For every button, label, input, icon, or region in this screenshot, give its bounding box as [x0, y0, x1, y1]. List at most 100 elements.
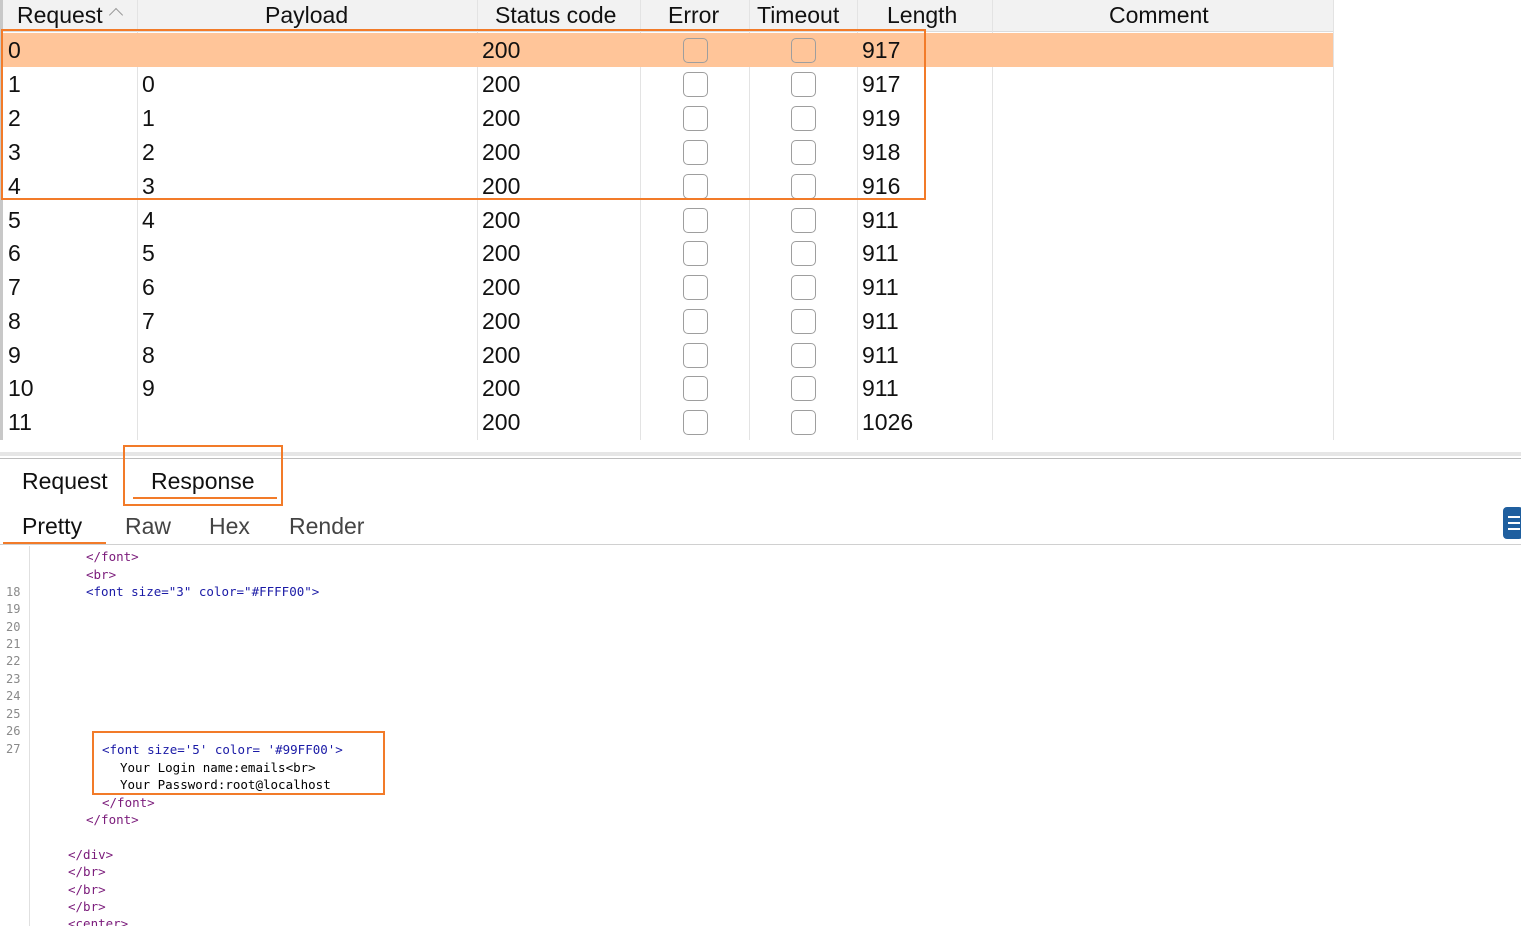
tab-request[interactable]: Request — [22, 466, 108, 496]
error-checkbox[interactable] — [683, 343, 708, 368]
timeout-checkbox[interactable] — [791, 343, 816, 368]
pane-splitter[interactable] — [0, 452, 1521, 456]
results-table: Request Payload Status code Error Timeou… — [0, 0, 1521, 440]
cell-length: 1026 — [862, 409, 914, 435]
cell-request: 6 — [8, 240, 21, 266]
error-checkbox[interactable] — [683, 410, 708, 435]
cell-status-code: 200 — [482, 139, 521, 165]
error-checkbox[interactable] — [683, 208, 708, 233]
cell-request: 11 — [8, 409, 32, 435]
table-row[interactable]: 8 7 200 911 — [3, 304, 1333, 338]
timeout-checkbox[interactable] — [791, 241, 816, 266]
sort-ascending-icon[interactable] — [108, 7, 123, 23]
timeout-checkbox[interactable] — [791, 208, 816, 233]
error-checkbox[interactable] — [683, 174, 708, 199]
cell-length: 911 — [862, 274, 899, 300]
column-header-timeout[interactable]: Timeout — [757, 0, 839, 31]
pane-divider — [0, 458, 1521, 459]
layout-toggle-icon[interactable] — [1503, 507, 1521, 539]
timeout-checkbox[interactable] — [791, 106, 816, 131]
error-checkbox[interactable] — [683, 275, 708, 300]
table-row[interactable]: 5 4 200 911 — [3, 203, 1333, 237]
tab-pretty[interactable]: Pretty — [22, 511, 82, 541]
cell-status-code: 200 — [482, 105, 521, 131]
error-checkbox[interactable] — [683, 376, 708, 401]
column-header-comment[interactable]: Comment — [1109, 0, 1209, 31]
timeout-checkbox[interactable] — [791, 38, 816, 63]
cell-length: 916 — [862, 173, 901, 199]
error-checkbox[interactable] — [683, 72, 708, 97]
column-header-error[interactable]: Error — [668, 0, 719, 31]
table-row[interactable]: 2 1 200 919 — [3, 101, 1333, 135]
table-row[interactable]: 10 9 200 911 — [3, 371, 1333, 405]
column-header-status-code[interactable]: Status code — [495, 0, 616, 31]
timeout-checkbox[interactable] — [791, 309, 816, 334]
table-row[interactable]: 3 2 200 918 — [3, 135, 1333, 169]
table-row[interactable]: 0 200 917 — [3, 33, 1333, 67]
error-checkbox[interactable] — [683, 140, 708, 165]
cell-request: 7 — [8, 274, 21, 300]
tab-render[interactable]: Render — [289, 511, 364, 541]
line-number: 20 — [6, 620, 21, 634]
cell-request: 0 — [8, 37, 21, 63]
cell-request: 2 — [8, 105, 21, 131]
table-header: Request Payload Status code Error Timeou… — [3, 0, 1333, 32]
cell-status-code: 200 — [482, 342, 521, 368]
column-header-request-label: Request — [17, 2, 103, 28]
code-line: <br> — [86, 567, 117, 582]
error-checkbox[interactable] — [683, 106, 708, 131]
cell-length: 911 — [862, 308, 899, 334]
column-header-request[interactable]: Request — [17, 0, 123, 31]
cell-length: 917 — [862, 37, 901, 63]
table-row[interactable]: 4 3 200 916 — [3, 169, 1333, 203]
column-header-payload[interactable]: Payload — [265, 0, 348, 31]
cell-payload: 9 — [142, 375, 155, 401]
cell-request: 1 — [8, 71, 21, 97]
cell-status-code: 200 — [482, 173, 521, 199]
line-number: 19 — [6, 602, 21, 616]
timeout-checkbox[interactable] — [791, 275, 816, 300]
timeout-checkbox[interactable] — [791, 72, 816, 97]
cell-length: 918 — [862, 139, 901, 165]
code-line: <center> — [68, 916, 129, 926]
cell-request: 10 — [8, 375, 34, 401]
table-row[interactable]: 9 8 200 911 — [3, 338, 1333, 372]
subtab-divider — [0, 544, 1521, 545]
cell-status-code: 200 — [482, 71, 521, 97]
code-line: </font> — [102, 795, 155, 810]
timeout-checkbox[interactable] — [791, 410, 816, 435]
timeout-checkbox[interactable] — [791, 376, 816, 401]
code-line: </font> — [86, 812, 139, 827]
cell-length: 911 — [862, 375, 899, 401]
column-header-length[interactable]: Length — [887, 0, 957, 31]
cell-request: 3 — [8, 139, 21, 165]
column-divider[interactable] — [1333, 0, 1334, 440]
tab-response-underline — [133, 497, 277, 499]
code-line: Your Password:root@localhost — [120, 777, 331, 792]
cell-payload: 2 — [142, 139, 155, 165]
code-line: </br> — [68, 864, 106, 879]
cell-length: 911 — [862, 207, 899, 233]
tab-response[interactable]: Response — [151, 466, 255, 496]
cell-payload: 5 — [142, 240, 155, 266]
error-checkbox[interactable] — [683, 38, 708, 63]
timeout-checkbox[interactable] — [791, 140, 816, 165]
table-row[interactable]: 7 6 200 911 — [3, 270, 1333, 304]
tab-hex[interactable]: Hex — [209, 511, 250, 541]
cell-request: 4 — [8, 173, 21, 199]
line-number: 24 — [6, 689, 21, 703]
cell-payload: 0 — [142, 71, 155, 97]
table-row[interactable]: 6 5 200 911 — [3, 236, 1333, 270]
cell-request: 5 — [8, 207, 21, 233]
timeout-checkbox[interactable] — [791, 174, 816, 199]
error-checkbox[interactable] — [683, 309, 708, 334]
cell-payload: 8 — [142, 342, 155, 368]
error-checkbox[interactable] — [683, 241, 708, 266]
cell-length: 911 — [862, 342, 899, 368]
tab-raw[interactable]: Raw — [125, 511, 171, 541]
table-row[interactable]: 1 0 200 917 — [3, 67, 1333, 101]
code-line: <font size="3" color="#FFFF00"> — [86, 584, 320, 599]
cell-status-code: 200 — [482, 207, 521, 233]
line-number-gutter: 18 19 20 21 22 23 24 25 26 27 — [0, 546, 30, 926]
table-row[interactable]: 11 200 1026 — [3, 405, 1333, 439]
